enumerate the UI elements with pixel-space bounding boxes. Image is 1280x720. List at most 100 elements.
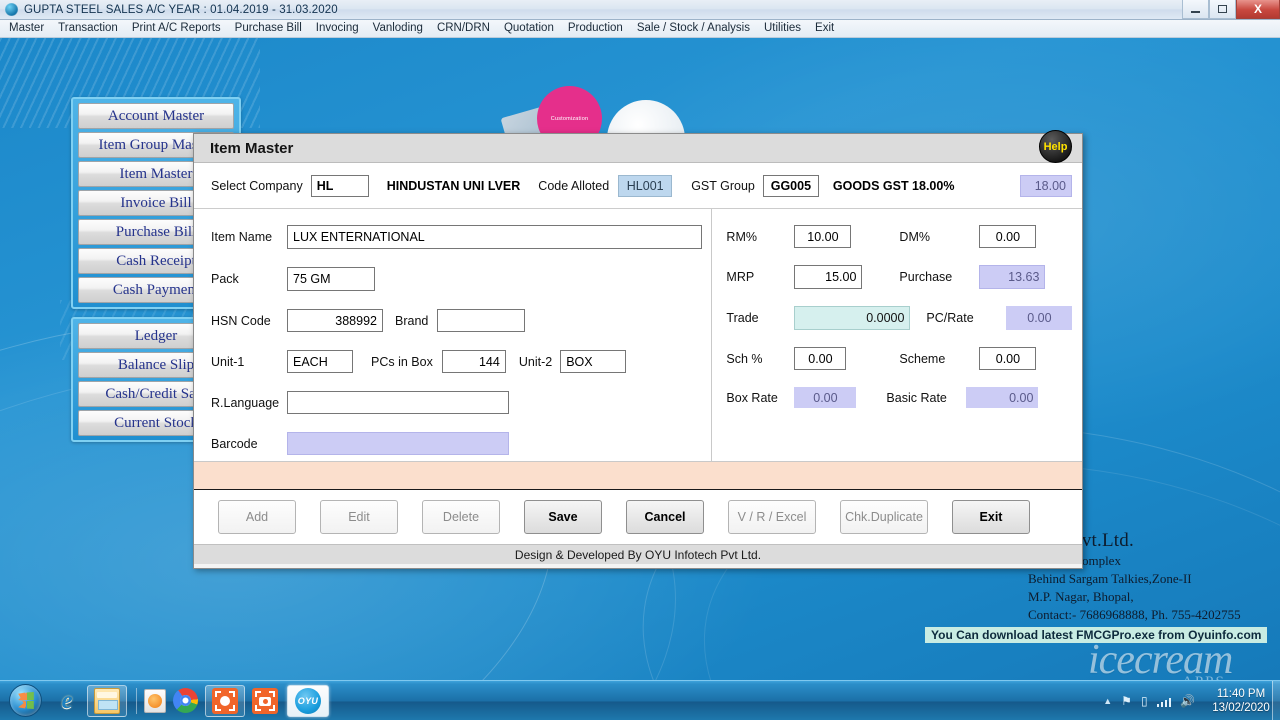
menu-item-utilities[interactable]: Utilities <box>757 20 808 37</box>
menu-item-print-ac-reports[interactable]: Print A/C Reports <box>125 20 228 37</box>
unit2-input[interactable]: BOX <box>560 350 627 373</box>
rm-percent-input[interactable]: 10.00 <box>794 225 852 248</box>
windows-taskbar: e OYU ▲ ⚑ ▯ 🔊 11:40 PM 13/02/2020 <box>0 680 1280 720</box>
menu-item-transaction[interactable]: Transaction <box>51 20 125 37</box>
item-name-row: Item Name LUX ENTERNATIONAL <box>211 225 711 249</box>
pcs-in-box-input[interactable]: 144 <box>441 350 506 373</box>
pack-input[interactable]: 75 GM <box>287 267 375 291</box>
unit1-input[interactable]: EACH <box>287 350 353 373</box>
hsn-code-input[interactable]: 388992 <box>287 309 383 332</box>
barcode-row: Barcode <box>211 432 711 455</box>
battery-icon[interactable]: ▯ <box>1141 695 1148 707</box>
unit1-label: Unit-1 <box>211 354 245 369</box>
show-hidden-icons-icon[interactable]: ▲ <box>1103 696 1112 706</box>
save-button[interactable]: Save <box>524 500 602 534</box>
purchase-label: Purchase <box>899 270 953 284</box>
menu-item-sale-stock-analysis[interactable]: Sale / Stock / Analysis <box>630 20 757 37</box>
barcode-input[interactable] <box>287 432 509 455</box>
file-explorer-icon <box>94 687 120 714</box>
add-button[interactable]: Add <box>218 500 296 534</box>
action-center-flag-icon[interactable]: ⚑ <box>1121 695 1132 707</box>
rm-percent-label: RM% <box>726 229 757 244</box>
volume-icon[interactable]: 🔊 <box>1180 695 1195 707</box>
menu-item-exit[interactable]: Exit <box>808 20 841 37</box>
taskbar-item-icecream-screen-recorder[interactable] <box>205 684 245 717</box>
windows-media-player-icon <box>144 688 166 713</box>
application-menu-bar[interactable]: Master Transaction Print A/C Reports Pur… <box>0 20 1280 38</box>
sch-percent-input[interactable]: 0.00 <box>794 347 847 370</box>
company-contact-line: Contact:- 7686968888, Ph. 755-4202755 <box>1028 607 1241 622</box>
sch-scheme-row: Sch % 0.00 Scheme 0.00 <box>726 347 1082 370</box>
delete-button[interactable]: Delete <box>422 500 500 534</box>
rm-dm-row: RM% 10.00 DM% 0.00 <box>726 225 1082 248</box>
company-code-input[interactable]: HL <box>310 174 369 197</box>
start-button[interactable] <box>3 683 47 719</box>
menu-item-production[interactable]: Production <box>561 20 630 37</box>
brand-label: Brand <box>395 313 429 328</box>
google-chrome-icon <box>173 688 198 713</box>
code-alloted-label: Code Alloted <box>538 178 610 193</box>
scheme-input[interactable]: 0.00 <box>979 347 1037 370</box>
edit-button[interactable]: Edit <box>320 500 398 534</box>
pack-label: Pack <box>211 272 239 286</box>
window-title: GUPTA STEEL SALES A/C YEAR : 01.04.2019 … <box>24 3 338 16</box>
item-name-input[interactable]: LUX ENTERNATIONAL <box>287 225 702 249</box>
gst-group-input[interactable]: GG005 <box>762 174 819 197</box>
exit-button[interactable]: Exit <box>952 500 1030 534</box>
mrp-purchase-row: MRP 15.00 Purchase 13.63 <box>726 265 1082 289</box>
oyu-icon: OYU <box>295 687 321 714</box>
menu-item-master[interactable]: Master <box>2 20 51 37</box>
network-signal-icon[interactable] <box>1156 696 1172 707</box>
trade-pcrate-row: Trade 0.0000 PC/Rate 0.00 <box>726 306 1082 330</box>
boxrate-basicrate-row: Box Rate 0.00 Basic Rate 0.00 <box>726 387 1082 408</box>
dialog-title-bar: Item Master Help <box>194 130 1082 163</box>
taskbar-item-oyu-fmcg-pro[interactable]: OYU <box>287 684 329 717</box>
taskbar-item-file-explorer[interactable] <box>87 684 127 717</box>
select-company-label: Select Company <box>211 178 303 193</box>
chk-duplicate-button[interactable]: Chk.Duplicate <box>840 500 928 534</box>
minimize-button[interactable] <box>1182 0 1209 19</box>
trade-input[interactable]: 0.0000 <box>794 306 911 330</box>
oyu-window-button[interactable]: OYU <box>287 684 329 717</box>
dialog-button-bar: Add Edit Delete Save Cancel V / R / Exce… <box>194 489 1082 544</box>
mrp-label: MRP <box>726 270 755 284</box>
dm-percent-input[interactable]: 0.00 <box>979 225 1037 248</box>
menu-item-crn-drn[interactable]: CRN/DRN <box>430 20 497 37</box>
scheme-label: Scheme <box>899 351 946 366</box>
right-form-column: RM% 10.00 DM% 0.00 MRP 15.00 Purchase 13… <box>711 209 1082 461</box>
close-button[interactable]: X <box>1236 0 1280 19</box>
menu-item-invocing[interactable]: Invocing <box>309 20 366 37</box>
cancel-button[interactable]: Cancel <box>626 500 704 534</box>
menu-item-purchase-bill[interactable]: Purchase Bill <box>228 20 309 37</box>
unit2-label: Unit-2 <box>518 354 553 369</box>
left-form-column: Item Name LUX ENTERNATIONAL Pack 75 GM H… <box>194 209 711 461</box>
help-button[interactable]: Help <box>1039 130 1072 163</box>
sidebar-item-account-master[interactable]: Account Master <box>78 103 234 129</box>
sch-percent-label: Sch % <box>726 351 763 366</box>
internet-explorer-icon: e <box>61 686 73 714</box>
company-address-line-2: Behind Sargam Talkies,Zone-II <box>1028 571 1192 586</box>
dm-percent-label: DM% <box>899 229 930 244</box>
screen-recorder-icon <box>212 687 238 714</box>
company-name-text: HINDUSTAN UNI LVER <box>386 178 521 193</box>
taskbar-clock[interactable]: 11:40 PM 13/02/2020 <box>1208 687 1274 715</box>
menu-item-quotation[interactable]: Quotation <box>497 20 561 37</box>
trade-label: Trade <box>726 311 759 325</box>
menu-item-vanloding[interactable]: Vanloding <box>366 20 430 37</box>
window-controls[interactable]: X <box>1182 0 1280 20</box>
rlanguage-input[interactable] <box>287 391 509 414</box>
taskbar-item-windows-media-player[interactable] <box>144 685 166 717</box>
taskbar-item-icecream-screenshot[interactable] <box>252 685 278 717</box>
brand-input[interactable] <box>437 309 526 332</box>
mrp-input[interactable]: 15.00 <box>794 265 863 289</box>
customization-label: Customization <box>550 115 589 122</box>
taskbar-separator <box>136 687 137 714</box>
taskbar-item-google-chrome[interactable] <box>173 685 198 717</box>
maximize-restore-button[interactable] <box>1209 0 1236 19</box>
vr-excel-button[interactable]: V / R / Excel <box>728 500 816 534</box>
form-columns: Item Name LUX ENTERNATIONAL Pack 75 GM H… <box>194 209 1082 461</box>
taskbar-item-internet-explorer[interactable]: e <box>54 685 80 717</box>
pack-row: Pack 75 GM <box>211 267 711 291</box>
item-name-label: Item Name <box>211 230 273 244</box>
show-desktop-button[interactable] <box>1272 681 1280 720</box>
